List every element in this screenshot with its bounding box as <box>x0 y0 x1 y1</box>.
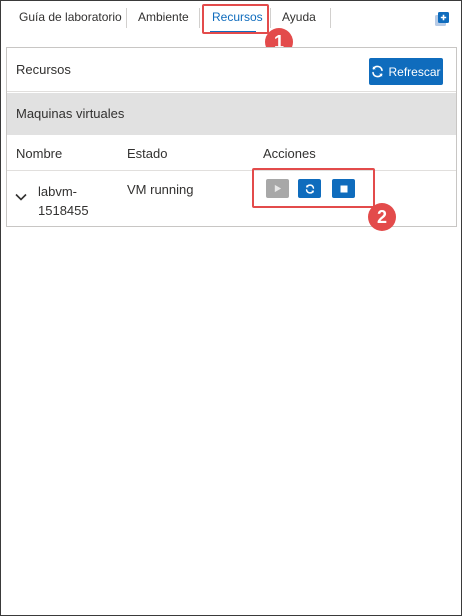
refresh-button[interactable]: Refrescar <box>369 58 443 85</box>
column-header-actions: Acciones <box>263 146 316 161</box>
header-divider <box>7 170 456 171</box>
highlight-box-vm-actions <box>252 168 375 208</box>
section-title: Maquinas virtuales <box>16 106 125 121</box>
panel-title: Recursos <box>16 62 71 77</box>
vm-name: labvm- 1518455 <box>38 182 89 220</box>
tab-lab-guide[interactable]: Guía de laboratorio <box>19 10 122 24</box>
refresh-button-label: Refrescar <box>388 64 441 79</box>
tab-environment[interactable]: Ambiente <box>138 10 189 24</box>
app-frame: Guía de laboratorio Ambiente Recursos Ay… <box>0 0 462 616</box>
tab-separator <box>330 8 331 28</box>
tab-help[interactable]: Ayuda <box>282 10 316 24</box>
column-header-name: Nombre <box>16 146 63 161</box>
refresh-icon <box>372 65 384 78</box>
virtual-machines-section: Maquinas virtuales <box>7 93 456 135</box>
column-header-state: Estado <box>127 146 168 161</box>
highlight-box-resources-tab <box>202 4 269 34</box>
annotation-badge-2: 2 <box>368 203 396 231</box>
vm-state: VM running <box>127 182 194 197</box>
tab-separator <box>199 8 200 28</box>
vm-name-line2: 1518455 <box>38 203 89 218</box>
vm-name-line1: labvm- <box>38 184 78 199</box>
chevron-down-icon[interactable] <box>15 193 27 201</box>
resources-panel: Recursos Refrescar Maquinas virtuales No… <box>6 47 457 227</box>
tab-separator <box>270 8 271 28</box>
add-window-icon[interactable] <box>434 11 450 27</box>
tab-separator <box>126 8 127 28</box>
panel-header: Recursos Refrescar <box>7 48 456 92</box>
